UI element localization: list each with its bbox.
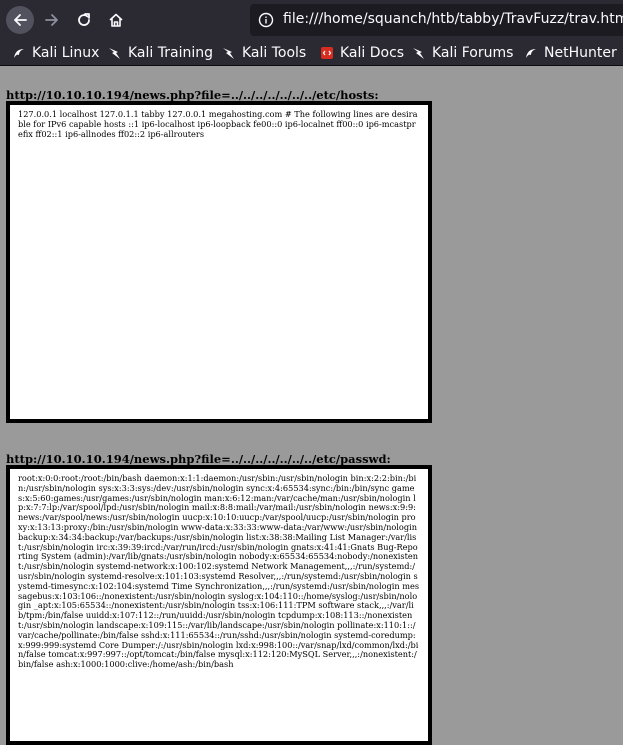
kali-dragon-icon xyxy=(109,48,120,59)
kali-dragon-icon xyxy=(413,48,424,59)
iframe-hosts[interactable]: 127.0.0.1 localhost 127.0.1.1 tabby 127.… xyxy=(6,101,432,423)
forward-button[interactable] xyxy=(38,6,66,34)
bookmark-label: Kali Training xyxy=(128,45,213,61)
bookmark-kali-training[interactable]: Kali Training xyxy=(108,43,213,63)
bookmarks-bar: Kali Linux Kali Training Kali Tools Kali… xyxy=(0,40,623,66)
bookmark-kali-docs[interactable]: Kali Docs xyxy=(320,43,404,63)
reload-icon xyxy=(78,13,90,26)
back-button[interactable] xyxy=(6,6,34,34)
bookmark-nethunter[interactable]: NetHunter xyxy=(524,43,617,63)
bookmark-label: NetHunter xyxy=(544,45,617,61)
bookmark-label: Kali Docs xyxy=(340,45,405,61)
file-content-hosts: 127.0.0.1 localhost 127.0.1.1 tabby 127.… xyxy=(18,109,418,139)
kali-dragon-icon xyxy=(526,49,536,58)
info-circle-icon[interactable] xyxy=(258,12,274,32)
bookmark-kali-tools[interactable]: Kali Tools xyxy=(222,43,306,63)
bookmark-label: Kali Tools xyxy=(242,45,307,61)
section-title-passwd: http://10.10.10.194/news.php?file=../../… xyxy=(6,452,391,466)
url-text[interactable]: file:///home/squanch/htb/tabby/TravFuzz/… xyxy=(283,11,623,27)
section-title-hosts: http://10.10.10.194/news.php?file=../../… xyxy=(6,88,379,102)
reload-button[interactable] xyxy=(70,6,98,34)
bookmark-kali-forums[interactable]: Kali Forums xyxy=(412,43,513,63)
browser-toolbar: file:///home/squanch/htb/tabby/TravFuzz/… xyxy=(0,0,623,40)
iframe-passwd[interactable]: root:x:0:0:root:/root:/bin/bash daemon:x… xyxy=(6,465,432,745)
forward-arrow-icon xyxy=(45,14,58,26)
bookmark-label: Kali Linux xyxy=(32,45,100,61)
back-arrow-icon xyxy=(14,14,27,26)
kali-dragon-icon xyxy=(223,48,234,59)
bookmark-kali-linux[interactable]: Kali Linux xyxy=(12,43,99,63)
kali-docs-icon xyxy=(321,47,333,59)
bookmark-label: Kali Forums xyxy=(432,45,514,61)
url-bar[interactable]: file:///home/squanch/htb/tabby/TravFuzz/… xyxy=(250,4,623,36)
kali-dragon-icon xyxy=(14,49,24,58)
home-icon xyxy=(109,13,123,27)
home-button[interactable] xyxy=(102,6,130,34)
file-content-passwd: root:x:0:0:root:/root:/bin/bash daemon:x… xyxy=(18,473,420,670)
